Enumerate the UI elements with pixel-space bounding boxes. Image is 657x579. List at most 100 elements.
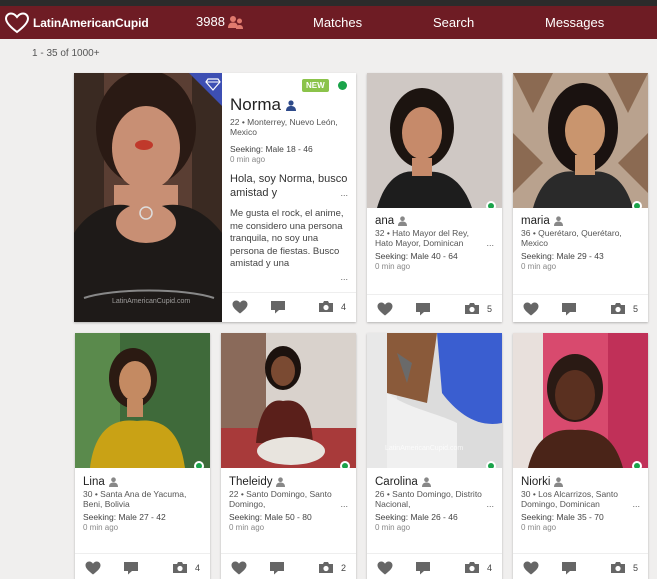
online-status-indicator — [194, 461, 204, 468]
profile-last-active: 0 min ago — [375, 523, 411, 532]
message-icon[interactable] — [270, 300, 286, 314]
brand-logo[interactable]: LatinAmericanCupid — [4, 11, 184, 35]
photos-button[interactable]: 4 — [172, 561, 200, 574]
card-actions: 2 — [221, 553, 356, 579]
profile-photo[interactable] — [221, 333, 356, 468]
camera-icon — [318, 301, 333, 312]
person-icon — [108, 477, 118, 487]
online-count-value: 3988 — [196, 14, 225, 29]
nav-search-link[interactable]: Search — [433, 15, 474, 30]
profile-name[interactable]: Niorki — [521, 476, 550, 488]
results-count: 1 - 35 of 1000+ — [32, 48, 100, 59]
profile-name[interactable]: Carolina — [375, 476, 418, 488]
top-navbar: LatinAmericanCupid 3988 Matches Search M… — [0, 6, 657, 39]
profile-seeking: Seeking: Male 27 - 42 — [83, 512, 166, 522]
photos-button[interactable]: 5 — [610, 302, 638, 315]
photo-count: 4 — [486, 562, 492, 573]
photos-button[interactable]: 5 — [610, 561, 638, 574]
featured-profile-card[interactable]: LatinAmericanCupid.com NEW Norma 22 • Mo… — [74, 73, 356, 322]
profile-photo[interactable] — [367, 73, 502, 208]
person-icon — [276, 477, 286, 487]
heart-icon[interactable] — [377, 561, 393, 575]
message-icon[interactable] — [561, 302, 577, 316]
heart-icon[interactable] — [231, 561, 247, 575]
profile-location: 32 • Hato Mayor del Rey, Hato Mayor, Dom… — [375, 228, 494, 248]
location-text: 36 • Querétaro, Querétaro, Mexico — [521, 228, 622, 248]
profile-name[interactable]: Lina — [83, 476, 105, 488]
profile-location: 30 • Los Alcarrizos, Santo Domingo, Domi… — [521, 489, 640, 509]
profile-photo[interactable] — [75, 333, 210, 468]
heart-icon[interactable] — [523, 302, 539, 316]
profile-name[interactable]: maria — [521, 215, 550, 227]
profile-card[interactable]: Niorki 30 • Los Alcarrizos, Santo Doming… — [513, 333, 648, 579]
camera-icon — [464, 303, 479, 314]
online-status-indicator — [340, 461, 350, 468]
photo-count: 2 — [340, 562, 346, 573]
photo-count: 5 — [632, 562, 638, 573]
online-members-count[interactable]: 3988 — [196, 14, 244, 29]
profile-name[interactable]: Norma — [230, 95, 281, 115]
profile-card[interactable]: ana 32 • Hato Mayor del Rey, Hato Mayor,… — [367, 73, 502, 322]
heart-icon[interactable] — [377, 302, 393, 316]
profile-photo[interactable]: LatinAmericanCupid.com — [74, 73, 222, 322]
message-icon[interactable] — [415, 302, 431, 316]
card-actions: 4 — [367, 553, 502, 579]
person-icon — [553, 216, 563, 226]
message-icon[interactable] — [269, 561, 285, 575]
location-text: 32 • Hato Mayor del Rey, Hato Mayor, Dom… — [375, 228, 469, 248]
online-status-indicator — [486, 461, 496, 468]
profile-photo[interactable] — [513, 333, 648, 468]
location-text: 26 • Santo Domingo, Distrito Nacional, — [375, 489, 482, 509]
heart-icon[interactable] — [232, 300, 248, 314]
profile-card[interactable]: maria 36 • Querétaro, Querétaro, Mexico … — [513, 73, 648, 322]
diamond-membership-icon — [189, 73, 222, 106]
heart-icon[interactable] — [85, 561, 101, 575]
profile-last-active: 0 min ago — [521, 523, 557, 532]
more-dots-icon[interactable]: ... — [486, 238, 494, 248]
profile-info: ana 32 • Hato Mayor del Rey, Hato Mayor,… — [367, 215, 502, 271]
location-text: 30 • Santa Ana de Yacuma, Beni, Bolivia — [83, 489, 187, 509]
heart-logo-icon — [4, 11, 30, 33]
profile-seeking: Seeking: Male 29 - 43 — [521, 251, 604, 261]
more-dots-icon[interactable]: ... — [632, 499, 640, 509]
profile-photo[interactable]: LatinAmericanCupid.com — [367, 333, 502, 468]
profile-name[interactable]: Theleidy — [229, 476, 272, 488]
photos-button[interactable]: 5 — [464, 302, 492, 315]
message-icon[interactable] — [123, 561, 139, 575]
profile-seeking: Seeking: Male 50 - 80 — [229, 512, 312, 522]
heart-icon[interactable] — [523, 561, 539, 575]
profile-card[interactable]: LatinAmericanCupid.com Carolina 26 • San… — [367, 333, 502, 579]
card-actions: 4 — [222, 292, 356, 320]
nav-matches-link[interactable]: Matches — [313, 15, 362, 30]
person-icon — [286, 99, 297, 111]
profile-info: Carolina 26 • Santo Domingo, Distrito Na… — [367, 476, 502, 532]
message-icon[interactable] — [561, 561, 577, 575]
camera-icon — [172, 562, 187, 573]
photos-button[interactable]: 4 — [464, 561, 492, 574]
profile-photo[interactable] — [513, 73, 648, 208]
more-dots-icon[interactable]: ... — [340, 270, 348, 283]
profile-card[interactable]: Theleidy 22 • Santo Domingo, Santo Domin… — [221, 333, 356, 579]
profile-location: 22 • Santo Domingo, Santo Domingo, ... — [229, 489, 348, 509]
camera-icon — [318, 562, 333, 573]
photo-count: 5 — [632, 303, 638, 314]
camera-icon — [610, 303, 625, 314]
nav-messages-link[interactable]: Messages — [545, 15, 604, 30]
profile-card[interactable]: Lina 30 • Santa Ana de Yacuma, Beni, Bol… — [75, 333, 210, 579]
location-text: 22 • Santo Domingo, Santo Domingo, — [229, 489, 332, 509]
profile-last-active: 0 min ago — [375, 262, 411, 271]
photo-watermark: LatinAmericanCupid.com — [112, 298, 191, 305]
profile-name[interactable]: ana — [375, 215, 394, 227]
photo-count: 5 — [486, 303, 492, 314]
profile-info: Theleidy 22 • Santo Domingo, Santo Domin… — [221, 476, 356, 532]
online-status-indicator — [486, 201, 496, 208]
message-icon[interactable] — [415, 561, 431, 575]
profile-location: 30 • Santa Ana de Yacuma, Beni, Bolivia — [83, 489, 202, 509]
online-status-indicator — [338, 81, 347, 90]
people-icon — [227, 15, 243, 29]
more-dots-icon[interactable]: ... — [486, 499, 494, 509]
more-dots-icon[interactable]: ... — [340, 499, 348, 509]
photos-button[interactable]: 4 — [318, 300, 346, 313]
more-dots-icon[interactable]: ... — [340, 186, 348, 200]
photos-button[interactable]: 2 — [318, 561, 346, 574]
